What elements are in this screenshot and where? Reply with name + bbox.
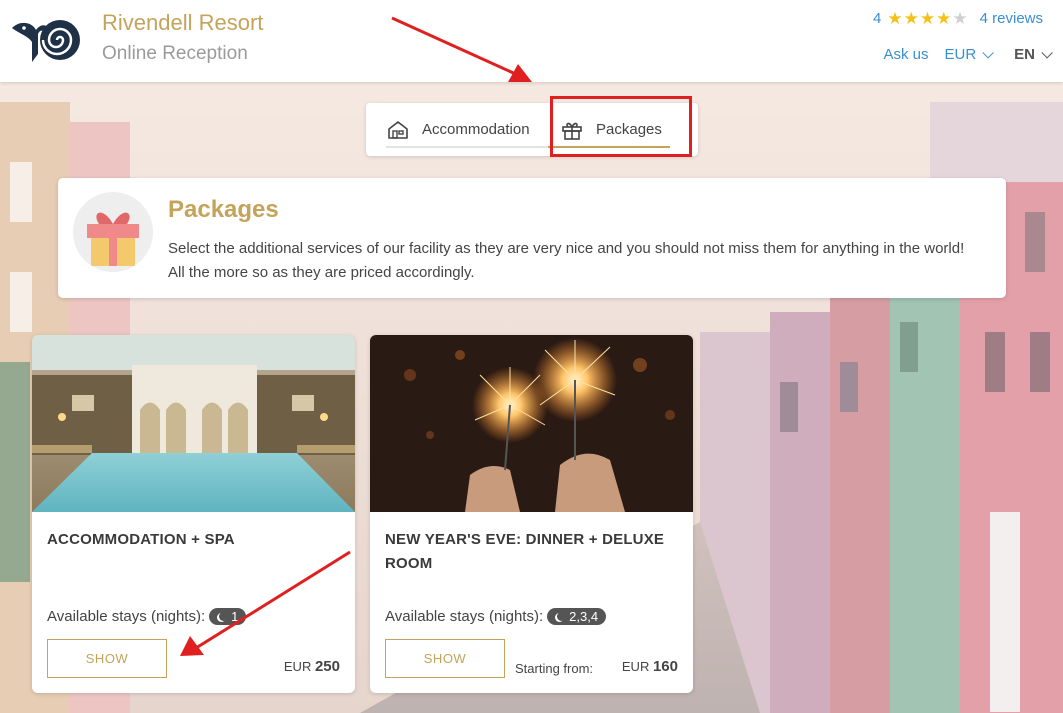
chevron-down-icon [1041, 46, 1053, 59]
brand-subtitle: Online Reception [102, 43, 248, 64]
nights-value: 2,3,4 [569, 609, 599, 624]
rating-stars: ★ ★ ★ ★ ★ [887, 10, 967, 27]
intro-description: Select the additional services of our fa… [168, 240, 965, 281]
rating-summary: 4 ★ ★ ★ ★ ★ 4 reviews [873, 10, 1043, 27]
intro-title: Packages [168, 196, 279, 223]
tab-accommodation[interactable]: Accommodation [386, 103, 548, 156]
price-currency: EUR [621, 659, 650, 674]
chevron-down-icon [982, 46, 994, 59]
currency-label: EUR [944, 46, 977, 63]
moon-icon [557, 612, 566, 621]
package-card[interactable]: NEW YEAR'S EVE: DINNER + DELUXE ROOM Ava… [370, 335, 693, 693]
price-currency: EUR [283, 659, 312, 674]
brand-name: Rivendell Resort [102, 10, 264, 35]
language-selector[interactable]: EN [1014, 46, 1053, 63]
currency-selector[interactable]: EUR [944, 46, 994, 63]
starting-from-label: Starting from: [515, 661, 594, 676]
show-button[interactable]: SHOW [385, 639, 505, 678]
language-label: EN [1014, 46, 1035, 63]
star-icon: ★ [903, 9, 919, 28]
reviews-link[interactable]: 4 reviews [980, 10, 1043, 27]
show-button[interactable]: SHOW [47, 639, 167, 678]
stays-label: Available stays (nights): [385, 608, 544, 625]
gift-box-illustration-icon [73, 192, 153, 272]
nights-value: 1 [231, 609, 239, 624]
package-price: EUR 250 [284, 658, 340, 675]
moon-icon [219, 612, 228, 621]
available-stays: Available stays (nights): 2,3,4 [385, 608, 607, 625]
resort-logo-icon[interactable] [10, 14, 82, 66]
price-value: 250 [314, 658, 340, 675]
package-image-spa[interactable] [32, 335, 355, 512]
star-icon: ★ [887, 9, 903, 28]
stays-label: Available stays (nights): [47, 608, 206, 625]
top-navigation: Ask us EUR EN [883, 46, 1053, 63]
ask-us-link[interactable]: Ask us [883, 46, 928, 63]
nights-badge: 2,3,4 [547, 608, 607, 625]
star-icon: ★ [936, 9, 952, 28]
annotation-highlight-box [550, 96, 692, 157]
top-header: Rivendell Resort Online Reception 4 ★ ★ … [0, 0, 1063, 82]
star-empty-icon: ★ [952, 9, 968, 28]
package-image-sparklers[interactable] [370, 335, 693, 512]
house-icon [388, 120, 408, 139]
available-stays: Available stays (nights): 1 [47, 608, 247, 625]
package-title: NEW YEAR'S EVE: DINNER + DELUXE ROOM [385, 531, 665, 572]
price-value: 160 [652, 658, 678, 675]
packages-intro-card: Packages Select the additional services … [58, 178, 1006, 298]
package-price: EUR 160 [622, 658, 678, 675]
package-title: ACCOMMODATION + SPA [47, 531, 235, 548]
tab-label: Accommodation [422, 121, 530, 138]
nights-badge: 1 [209, 608, 247, 625]
star-icon: ★ [919, 9, 936, 28]
package-card[interactable]: ACCOMMODATION + SPA Available stays (nig… [32, 335, 355, 693]
rating-value: 4 [873, 10, 882, 27]
